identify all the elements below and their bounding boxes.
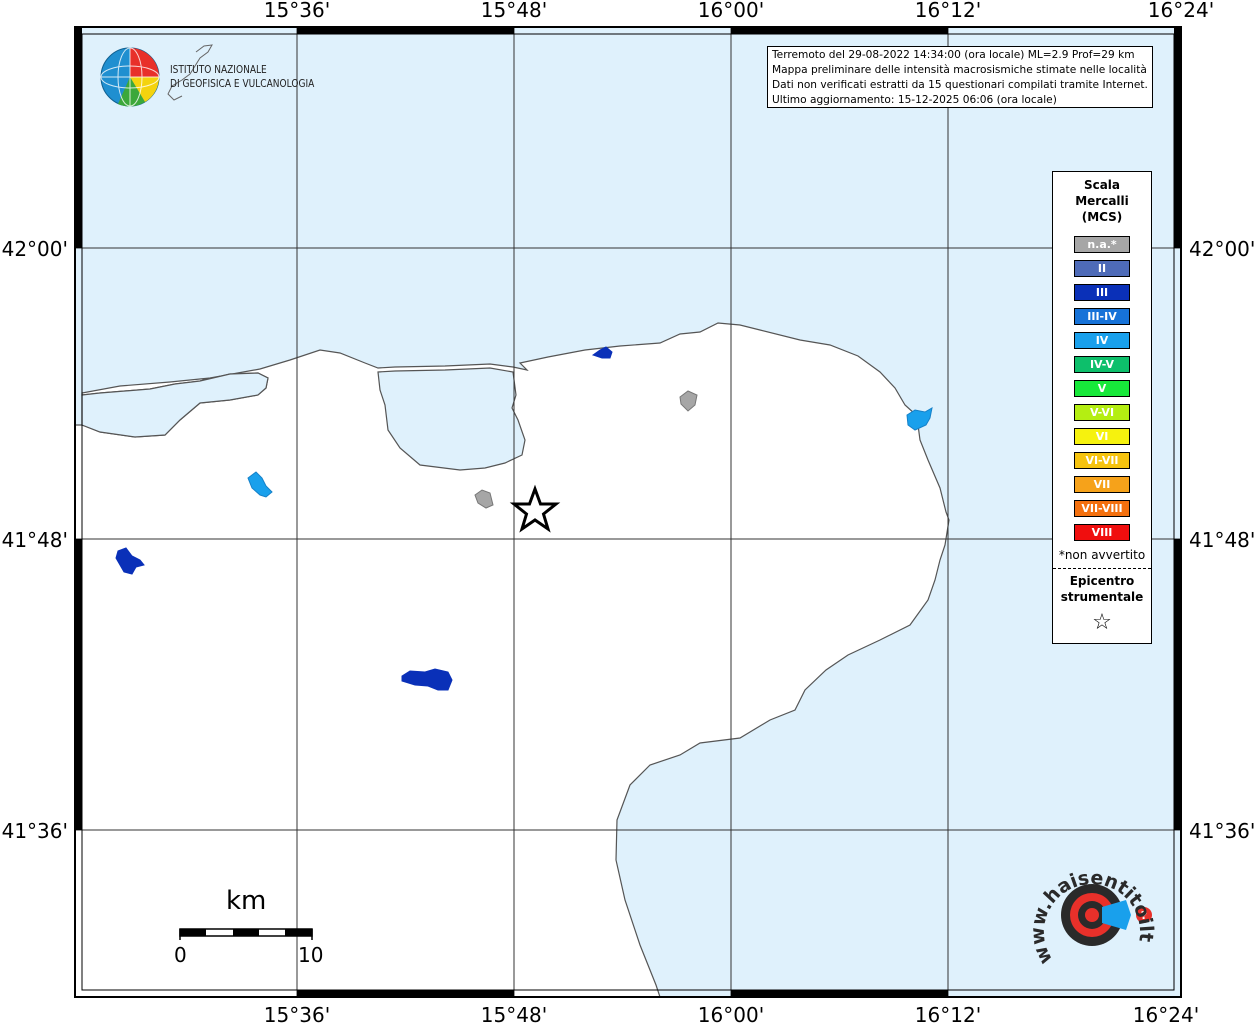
legend-item: II [1074,260,1130,277]
lat-label-left: 41°36' [2,819,68,843]
lon-label-top: 15°36' [264,0,330,22]
legend-item: III [1074,284,1130,301]
lat-label-left: 41°48' [2,528,68,552]
globe-icon [100,47,160,107]
intensity-legend: Scala Mercalli (MCS) n.a.* II III III-IV IV I… [1052,171,1152,644]
legend-item: V-VI [1074,404,1130,421]
event-info-line-2: Mappa preliminare delle intensità macros… [772,64,1147,76]
scalebar-min: 0 [174,943,187,967]
lon-label-top: 16°12' [915,0,981,22]
event-info-box: Terremoto del 29-08-2022 14:34:00 (ora l… [767,46,1153,108]
legend-epicenter-label: Epicentro strumentale [1053,573,1151,605]
ingv-logo-text: ISTITUTO NAZIONALE DI GEOFISICA E VULCAN… [170,63,314,91]
legend-items: n.a.* II III III-IV IV IV-V V V-VI VI VI-VII VII VI… [1053,236,1151,541]
legend-item: VIII [1074,524,1130,541]
lon-label-bottom: 16°00' [698,1003,764,1024]
lon-label-bottom: 16°12' [915,1003,981,1024]
legend-item: IV-V [1074,356,1130,373]
ingv-line-1: ISTITUTO NAZIONALE [170,64,267,76]
lon-label-top: 16°00' [698,0,764,22]
ingv-line-2: DI GEOFISICA E VULCANOLOGIA [170,78,315,90]
legend-title: Scala Mercalli (MCS) [1053,177,1151,225]
event-info-line-3: Dati non verificati estratti da 15 quest… [772,79,1148,91]
lat-label-right: 42°00' [1189,237,1254,261]
lon-label-top: 16°24' [1148,0,1214,22]
legend-divider [1053,568,1151,569]
legend-note: *non avvertito [1058,548,1146,562]
lat-label-right: 41°48' [1189,528,1254,552]
lon-label-bottom: 16°24' [1133,1003,1199,1024]
event-info-line-1: Terremoto del 29-08-2022 14:34:00 (ora l… [772,49,1135,61]
lat-label-left: 42°00' [2,237,68,261]
lon-label-top: 15°48' [481,0,547,22]
legend-title-1: Scala [1083,178,1121,192]
legend-item: VI [1074,428,1130,445]
legend-item: V [1074,380,1130,397]
scalebar-max: 10 [298,943,324,967]
lon-label-bottom: 15°36' [264,1003,330,1024]
legend-item: VI-VII [1074,452,1130,469]
legend-item: n.a.* [1074,236,1130,253]
legend-item: IV [1074,332,1130,349]
legend-epicenter-2: strumentale [1060,590,1144,604]
legend-item: III-IV [1074,308,1130,325]
legend-item: VII [1074,476,1130,493]
legend-item: VII-VIII [1074,500,1130,517]
scalebar-unit: km [226,886,267,916]
event-info-line-4: Ultimo aggiornamento: 15-12-2025 06:06 (… [772,94,1057,106]
lon-label-bottom: 15°48' [481,1003,547,1024]
legend-star-icon: ☆ [1092,610,1112,635]
legend-title-3: (MCS) [1081,210,1123,224]
legend-epicenter-1: Epicentro [1069,574,1135,588]
legend-title-2: Mercalli [1075,194,1129,208]
lat-label-right: 41°36' [1189,819,1254,843]
